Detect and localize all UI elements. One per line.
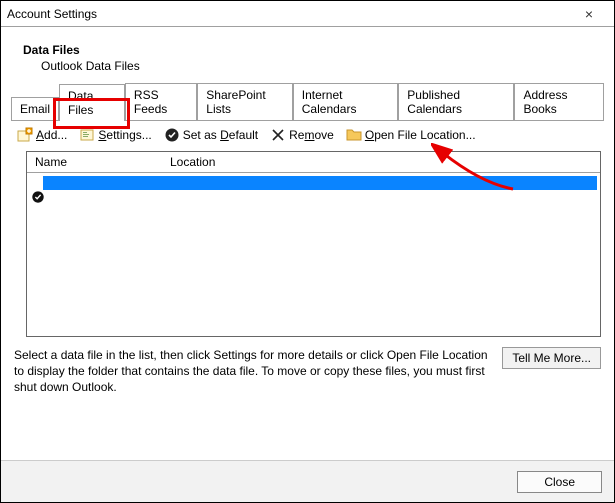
tab-sharepoint-lists[interactable]: SharePoint Lists [197,83,292,120]
column-location-header[interactable]: Location [162,152,600,172]
open-file-location-button[interactable]: Open File Location... [346,127,476,143]
close-button[interactable]: Close [517,471,602,493]
toolbar: Add... Settings... Set as Default Remove… [1,121,614,151]
page-title: Data Files [23,43,592,57]
page-subtitle: Outlook Data Files [41,59,592,73]
default-indicator-icon [31,190,45,207]
tab-internet-calendars[interactable]: Internet Calendars [293,83,399,120]
tab-published-calendars[interactable]: Published Calendars [398,83,514,120]
selected-row[interactable] [43,176,597,190]
tab-address-books[interactable]: Address Books [514,83,604,120]
data-files-list[interactable]: Name Location [26,151,601,337]
dialog-footer: Close [1,460,614,502]
add-icon [17,127,33,143]
settings-button[interactable]: Settings... [79,127,151,143]
close-icon: × [585,6,593,22]
check-circle-icon [164,127,180,143]
tab-rss-feeds[interactable]: RSS Feeds [125,83,197,120]
settings-icon [79,127,95,143]
header-section: Data Files Outlook Data Files [1,27,614,83]
tab-data-files[interactable]: Data Files [59,84,125,121]
remove-icon [270,127,286,143]
window-title: Account Settings [7,7,570,21]
column-name-header[interactable]: Name [27,152,162,172]
tell-me-more-button[interactable]: Tell Me More... [502,347,601,369]
window-close-button[interactable]: × [570,2,608,26]
remove-button[interactable]: Remove [270,127,334,143]
set-default-button[interactable]: Set as Default [164,127,258,143]
help-text: Select a data file in the list, then cli… [14,347,492,396]
add-button[interactable]: Add... [17,127,67,143]
footer-section: Select a data file in the list, then cli… [1,337,614,396]
titlebar: Account Settings × [1,1,614,27]
tabs-row: Email Data Files RSS Feeds SharePoint Li… [11,83,604,121]
list-header: Name Location [27,152,600,173]
account-settings-dialog: Account Settings × Data Files Outlook Da… [0,0,615,503]
tab-email[interactable]: Email [11,97,59,120]
folder-icon [346,127,362,143]
